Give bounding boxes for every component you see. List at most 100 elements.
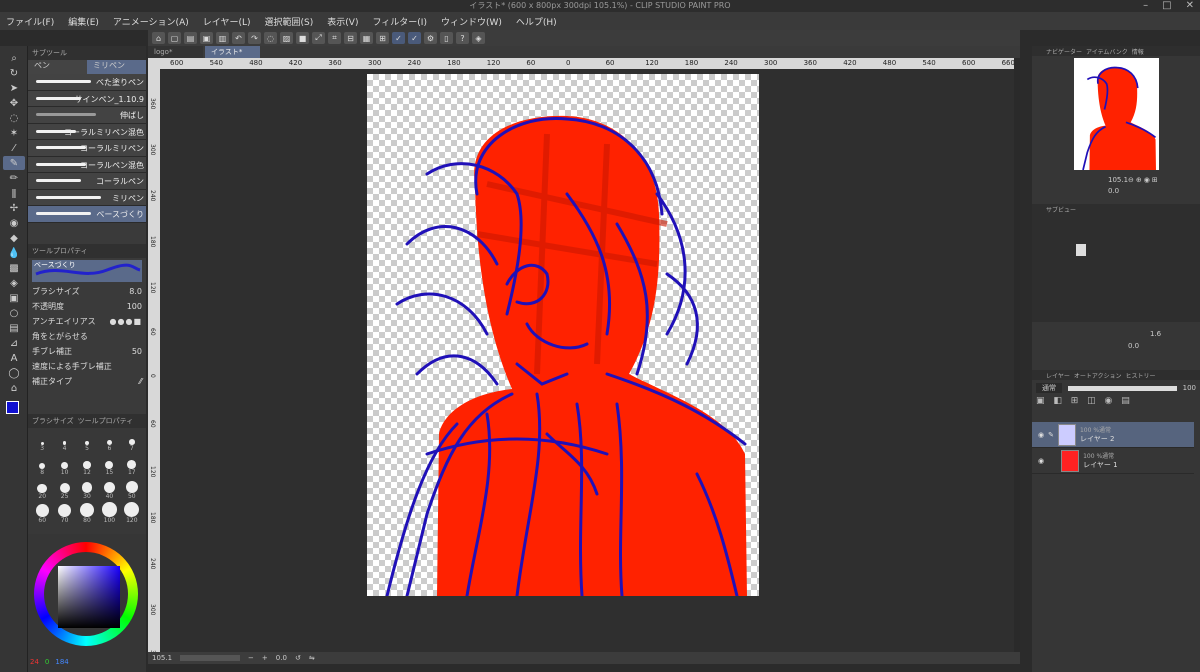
zoom-icon[interactable]: ⌕ xyxy=(3,51,25,65)
tab-layer[interactable]: レイヤー xyxy=(1046,371,1070,380)
brush-size-row[interactable]: ブラシサイズ 8.0 xyxy=(28,284,146,299)
rotate-view-icon[interactable]: ↻ xyxy=(3,66,25,80)
settings-icon[interactable]: ⚙ xyxy=(424,32,437,44)
brush-size-cell[interactable]: 10 xyxy=(54,454,74,476)
frame-icon[interactable]: ○ xyxy=(3,306,25,320)
menu-help[interactable]: ヘルプ(H) xyxy=(516,15,557,28)
redo-icon[interactable]: ↷ xyxy=(248,32,261,44)
brush-item[interactable]: コーラルペン混色 xyxy=(28,156,146,173)
layer-row[interactable]: ◉ 100 %通常 レイヤー 1 xyxy=(1032,448,1194,474)
airbrush-icon[interactable]: ◉ xyxy=(3,216,25,230)
group-mili-pen[interactable]: ミリペン xyxy=(87,60,146,74)
tab-logo[interactable]: logo* xyxy=(148,46,203,58)
maximize-button[interactable]: □ xyxy=(1162,0,1171,12)
brush-size-cell[interactable]: 100 xyxy=(99,502,119,524)
menu-file[interactable]: ファイル(F) xyxy=(6,15,54,28)
layer-name[interactable]: レイヤー 1 xyxy=(1083,460,1117,470)
object-icon[interactable]: ➤ xyxy=(3,81,25,95)
brush-item[interactable]: ミリペン xyxy=(28,189,146,206)
brush-size-cell[interactable]: 7 xyxy=(122,430,142,452)
fill-icon[interactable]: ▩ xyxy=(3,261,25,275)
help-icon[interactable]: ? xyxy=(456,32,469,44)
layer-name[interactable]: レイヤー 2 xyxy=(1080,434,1114,444)
navigator-zoom[interactable]: 105.1 xyxy=(1108,176,1128,184)
brush-item-selected[interactable]: ベースづくり xyxy=(28,206,146,223)
speed-stabilization-row[interactable]: 速度による手ブレ補正 xyxy=(28,359,146,374)
tablet-icon[interactable]: ▯ xyxy=(440,32,453,44)
ruler-icon[interactable]: ▤ xyxy=(3,321,25,335)
snap-special-icon[interactable]: ⊞ xyxy=(376,32,389,44)
eye-icon[interactable]: ◉ xyxy=(1038,457,1044,465)
magic-wand-icon[interactable]: ✶ xyxy=(3,126,25,140)
brush-item[interactable]: コーラルミリペン混色 xyxy=(28,123,146,140)
fill-selection-icon[interactable]: ■ xyxy=(296,32,309,44)
reset-view-button[interactable]: ↺ xyxy=(295,654,301,662)
brush-size-cell[interactable]: 8 xyxy=(32,454,52,476)
brush-item[interactable]: コーラルペン xyxy=(28,173,146,190)
blend-mode-select[interactable]: 通常 xyxy=(1036,383,1062,393)
tab-item-bank[interactable]: アイテムバンク xyxy=(1086,47,1128,56)
brush-item[interactable]: サインペン_1.10.9 xyxy=(28,90,146,107)
brush-size-cell[interactable]: 15 xyxy=(99,454,119,476)
balloon-icon[interactable]: ◯ xyxy=(3,366,25,380)
deselect-icon[interactable]: ◌ xyxy=(264,32,277,44)
menu-layer[interactable]: レイヤー(L) xyxy=(203,15,251,28)
saturation-value-square[interactable] xyxy=(58,566,120,628)
layer-opacity-slider[interactable] xyxy=(1068,385,1177,391)
color-swatches[interactable] xyxy=(4,401,25,421)
close-button[interactable]: ✕ xyxy=(1186,0,1194,12)
brush-icon[interactable]: ǁ xyxy=(3,186,25,200)
layer-opacity-value[interactable]: 100 xyxy=(1183,384,1196,392)
gradient-icon[interactable]: ◈ xyxy=(3,276,25,290)
pen-pressure-icon[interactable]: ✓ xyxy=(392,32,405,44)
zoom-slider[interactable] xyxy=(180,655,241,661)
stabilization-value[interactable]: 50 xyxy=(132,347,142,356)
correct-icon[interactable]: ⌂ xyxy=(3,381,25,395)
transform-icon[interactable]: ⤢ xyxy=(312,32,325,44)
rotation-value[interactable]: 0.0 xyxy=(276,654,287,662)
zoom-value[interactable]: 105.1 xyxy=(152,654,172,662)
menu-animation[interactable]: アニメーション(A) xyxy=(113,15,189,28)
snap-grid-icon[interactable]: ▦ xyxy=(360,32,373,44)
text-icon[interactable]: A xyxy=(3,351,25,365)
open-file-icon[interactable]: ▤ xyxy=(184,32,197,44)
layer-toolbar[interactable]: ▣ ◧ ⊞ ◫ ◉ ▤ xyxy=(1036,396,1196,422)
stabilization-row[interactable]: 手ブレ補正 50 xyxy=(28,344,146,359)
zoom-in-button[interactable]: + xyxy=(262,654,268,662)
brush-size-cell[interactable]: 60 xyxy=(32,502,52,524)
brush-size-cell[interactable]: 12 xyxy=(77,454,97,476)
menu-window[interactable]: ウィンドウ(W) xyxy=(441,15,502,28)
brush-size-cell[interactable]: 25 xyxy=(54,478,74,500)
lasso-icon[interactable]: ◌ xyxy=(3,111,25,125)
new-file-icon[interactable]: ▢ xyxy=(168,32,181,44)
sharpen-row[interactable]: 角をとがらせる xyxy=(28,329,146,344)
tab-info[interactable]: 情報 xyxy=(1132,47,1144,56)
tab-auto-action[interactable]: オートアクション xyxy=(1074,371,1122,380)
menu-edit[interactable]: 編集(E) xyxy=(68,15,99,28)
group-pen[interactable]: ペン xyxy=(28,60,87,74)
brush-size-cell[interactable]: 6 xyxy=(99,430,119,452)
flip-horizontal-button[interactable]: ⇋ xyxy=(309,654,315,662)
figure-icon[interactable]: ▣ xyxy=(3,291,25,305)
eyedropper-icon[interactable]: ⁄ xyxy=(3,141,25,155)
artwork-canvas[interactable] xyxy=(367,74,759,596)
snap-ruler-icon[interactable]: ⊟ xyxy=(344,32,357,44)
brush-size-cell[interactable]: 5 xyxy=(77,430,97,452)
home-icon[interactable]: ⌂ xyxy=(152,32,165,44)
crop-icon[interactable]: ⌗ xyxy=(328,32,341,44)
line-correct-icon[interactable]: ⊿ xyxy=(3,336,25,350)
tab-navigator[interactable]: ナビゲーター xyxy=(1046,47,1082,56)
layer-row[interactable]: ◉ ✎ 100 %通常 レイヤー 2 xyxy=(1032,422,1194,448)
brush-item[interactable]: べた塗りペン xyxy=(28,74,146,91)
brush-size-cell[interactable]: 80 xyxy=(77,502,97,524)
brush-size-cell[interactable]: 40 xyxy=(99,478,119,500)
save-icon[interactable]: ▣ xyxy=(200,32,213,44)
assets-icon[interactable]: ◈ xyxy=(472,32,485,44)
correction-type-row[interactable]: 補正タイプ ⁄⁄ xyxy=(28,374,146,389)
brush-size-cell[interactable]: 70 xyxy=(54,502,74,524)
menu-view[interactable]: 表示(V) xyxy=(327,15,358,28)
brush-size-cell[interactable]: 30 xyxy=(77,478,97,500)
undo-icon[interactable]: ↶ xyxy=(232,32,245,44)
navigator-preview[interactable] xyxy=(1074,58,1159,170)
menu-selection[interactable]: 選択範囲(S) xyxy=(265,15,314,28)
